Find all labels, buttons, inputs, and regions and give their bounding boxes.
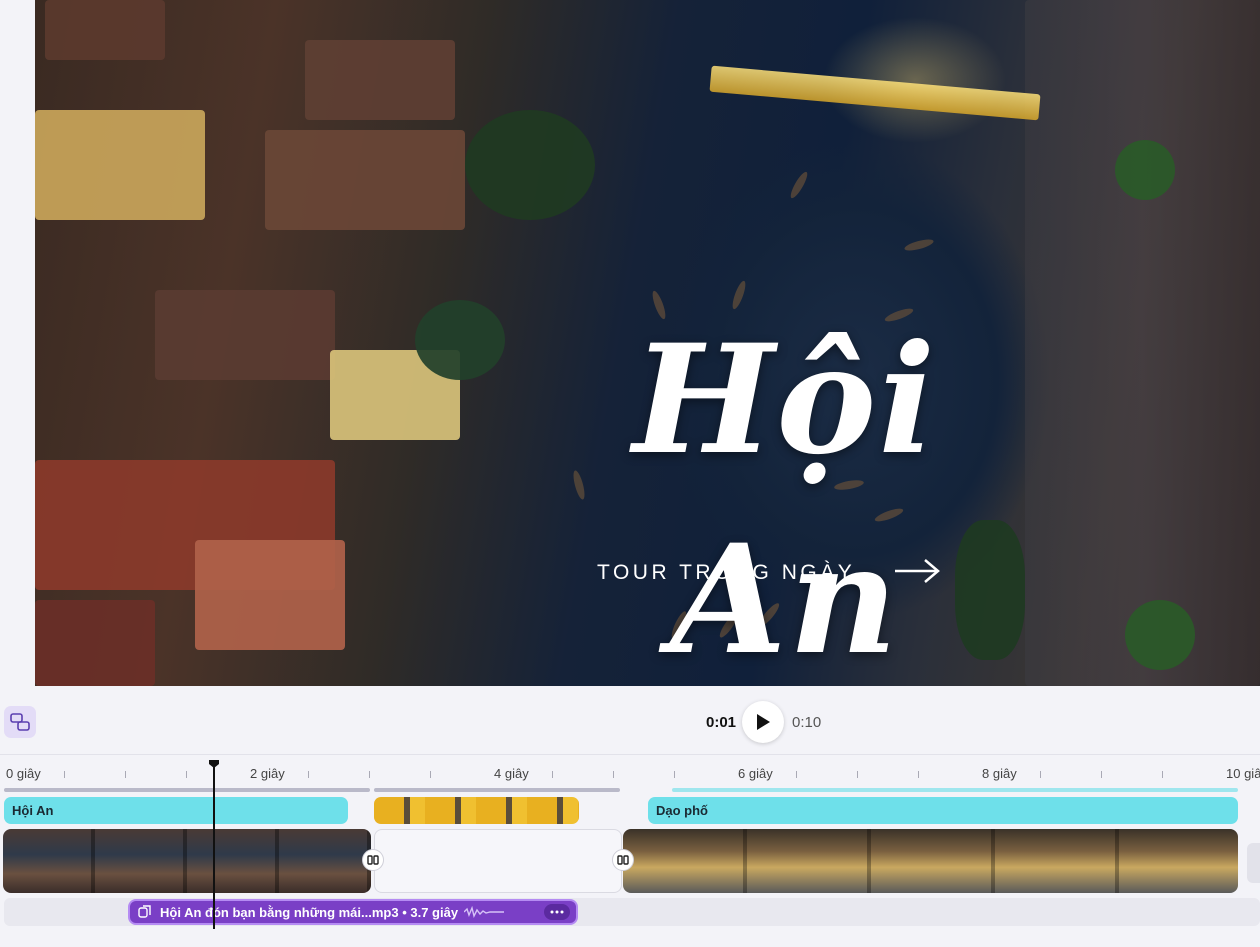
video-preview[interactable]: Hội An TOUR TRONG NGÀY <box>35 0 1260 686</box>
ruler-tick <box>796 771 797 778</box>
audio-clip-icon <box>138 905 151 918</box>
playhead[interactable] <box>213 763 215 929</box>
ruler-label: 8 giây <box>982 766 1017 781</box>
scene-boat <box>903 237 935 253</box>
hero-subtitle[interactable]: TOUR TRONG NGÀY <box>597 561 855 585</box>
audio-clip-label: Hội An đón bạn bằng những mái...mp3 • 3.… <box>160 904 459 920</box>
play-icon <box>757 714 770 730</box>
scene-roof <box>45 0 165 60</box>
ruler-tick <box>552 771 553 778</box>
video-clip-aerial[interactable] <box>3 829 371 893</box>
ruler-tick <box>1101 771 1102 778</box>
track-sliver[interactable] <box>4 788 370 792</box>
text-clip-hoi-an[interactable]: Hội An <box>4 797 348 824</box>
scene-bridge <box>709 65 1041 121</box>
audio-more-button[interactable] <box>544 904 570 920</box>
scene-roof <box>195 540 345 650</box>
track-sliver[interactable] <box>374 788 620 792</box>
hero-title[interactable]: Hội An <box>515 300 1055 686</box>
transition-icon <box>617 855 629 865</box>
waveform-icon <box>464 906 505 918</box>
ruler-tick <box>674 771 675 778</box>
audio-clip[interactable]: Hội An đón bạn bằng những mái...mp3 • 3.… <box>128 899 578 925</box>
empty-clip-slot[interactable] <box>374 829 622 893</box>
layout-swap-icon <box>10 713 30 731</box>
layout-swap-button[interactable] <box>4 706 36 738</box>
image-clip[interactable] <box>374 797 579 824</box>
text-clip-dao-pho[interactable]: Dạo phố <box>648 797 1238 824</box>
ruler-tick <box>1162 771 1163 778</box>
left-panel-edge <box>0 0 35 686</box>
ruler-tick <box>308 771 309 778</box>
scene-boat <box>788 170 810 200</box>
scene-roof <box>155 290 335 380</box>
ruler-tick <box>430 771 431 778</box>
ruler-label: 0 giây <box>6 766 41 781</box>
track-sliver[interactable] <box>672 788 1238 792</box>
ruler-label: 10 giâ <box>1226 766 1260 781</box>
video-clip-street[interactable] <box>623 829 1238 893</box>
scene-promenade <box>1025 0 1260 686</box>
ruler-label: 2 giây <box>250 766 285 781</box>
scene-roof <box>35 600 155 686</box>
ruler-tick <box>918 771 919 778</box>
ruler-tick <box>186 771 187 778</box>
ruler-label: 4 giây <box>494 766 529 781</box>
scroll-right-handle[interactable] <box>1247 843 1260 883</box>
ruler-tick <box>125 771 126 778</box>
ruler-tick <box>1040 771 1041 778</box>
scene-tree <box>1125 600 1195 670</box>
scene-tree <box>1115 140 1175 200</box>
ruler-label: 6 giây <box>738 766 773 781</box>
current-time: 0:01 <box>706 714 737 731</box>
ruler-tick <box>613 771 614 778</box>
scene-tree <box>465 110 595 220</box>
transition-button[interactable] <box>612 849 634 871</box>
transition-icon <box>367 855 379 865</box>
ruler-tick <box>369 771 370 778</box>
play-button[interactable] <box>742 701 784 743</box>
scene-roof <box>305 40 455 120</box>
transition-button[interactable] <box>362 849 384 871</box>
ruler-tick <box>857 771 858 778</box>
scene-tree <box>415 300 505 380</box>
arrow-right-icon <box>895 559 940 583</box>
total-time: 0:10 <box>792 714 822 731</box>
scene-roof <box>265 130 465 230</box>
scene-building <box>35 110 205 220</box>
more-dots-icon <box>550 910 564 914</box>
timeline[interactable]: 0 giây 2 giây 4 giây 6 giây 8 giây 10 gi… <box>0 754 1260 947</box>
ruler-tick <box>64 771 65 778</box>
